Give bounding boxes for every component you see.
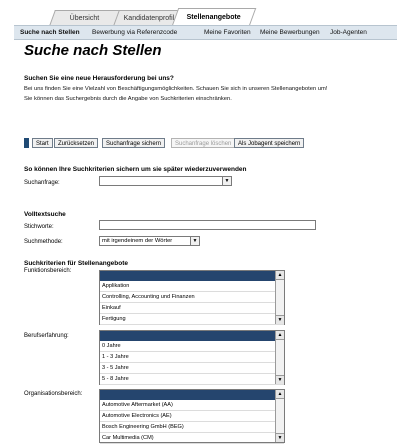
org-area-listbox[interactable]: Automotive Aftermarket (AA) Automotive E… (99, 389, 285, 444)
subnav: Suche nach Stellen Bewerbung via Referen… (14, 25, 397, 40)
list-item[interactable]: Bosch Engineering GmbH (BEG) (100, 422, 284, 433)
criteria-heading: Suchkriterien für Stellenangebote (24, 260, 129, 267)
subnav-bewerbung-referenzcode[interactable]: Bewerbung via Referenzcode (92, 26, 177, 39)
org-area-label: Organisationsbereich: (24, 391, 83, 397)
experience-label: Berufserfahrung: (24, 333, 69, 339)
scroll-up-icon[interactable]: ▲ (276, 331, 284, 340)
scroll-down-icon[interactable]: ▼ (276, 315, 284, 324)
page-title: Suche nach Stellen (24, 42, 162, 59)
save-job-agent-button[interactable]: Als Jobagent speichern (234, 138, 305, 148)
function-area-label: Funktionsbereich: (24, 268, 72, 274)
fulltext-heading: Volltextsuche (24, 211, 66, 218)
list-item[interactable]: Fertigung (100, 314, 284, 325)
start-button[interactable]: Start (32, 138, 53, 148)
list-item[interactable]: Controlling, Accounting und Finanzen (100, 292, 284, 303)
listbox-header (100, 271, 284, 281)
list-item[interactable]: 5 - 8 Jahre (100, 374, 284, 385)
keywords-label: Stichworte: (24, 224, 54, 230)
scrollbar[interactable]: ▲ ▼ (275, 331, 284, 384)
scroll-up-icon[interactable]: ▲ (276, 390, 284, 399)
listbox-header (100, 331, 284, 341)
list-item[interactable]: Einkauf (100, 303, 284, 314)
list-item[interactable]: Car Multimedia (CM) (100, 433, 284, 444)
list-item[interactable]: Automotive Aftermarket (AA) (100, 400, 284, 411)
list-item[interactable]: Automotive Electronics (AE) (100, 411, 284, 422)
function-area-listbox[interactable]: Applikation Controlling, Accounting und … (99, 270, 285, 325)
reset-button[interactable]: Zurücksetzen (54, 138, 99, 148)
intro-line-1: Bei uns finden Sie eine Vielzahl von Bes… (24, 86, 328, 92)
tab-bar: Übersicht Kandidatenprofil Stellenangebo… (0, 0, 397, 26)
subnav-meine-bewerbungen[interactable]: Meine Bewerbungen (260, 26, 320, 39)
saved-query-heading: So können Ihre Suchkriterien sichern um … (24, 166, 247, 173)
scroll-down-icon[interactable]: ▼ (276, 375, 284, 384)
experience-listbox[interactable]: 0 Jahre 1 - 3 Jahre 3 - 5 Jahre 5 - 8 Ja… (99, 330, 285, 385)
search-method-label: Suchmethode: (24, 239, 63, 245)
subnav-meine-favoriten[interactable]: Meine Favoriten (204, 26, 251, 39)
chevron-down-icon[interactable]: ▼ (222, 177, 231, 185)
scroll-down-icon[interactable]: ▼ (276, 433, 284, 442)
intro-heading: Suchen Sie eine neue Herausforderung bei… (24, 75, 174, 82)
scrollbar[interactable]: ▲ ▼ (275, 271, 284, 324)
list-item[interactable]: Applikation (100, 281, 284, 292)
button-accent-bar (24, 138, 29, 148)
subnav-job-agenten[interactable]: Job-Agenten (330, 26, 367, 39)
saved-query-label: Suchanfrage: (24, 180, 60, 186)
search-method-value: mit irgendeinem der Wörter (102, 238, 173, 244)
scroll-up-icon[interactable]: ▲ (276, 271, 284, 280)
list-item[interactable]: 1 - 3 Jahre (100, 352, 284, 363)
saved-query-select[interactable]: ▼ (99, 176, 232, 186)
list-item[interactable]: 0 Jahre (100, 341, 284, 352)
search-method-select[interactable]: mit irgendeinem der Wörter ▼ (99, 236, 200, 246)
tab-stellenangebote[interactable]: Stellenangebote (171, 8, 257, 26)
chevron-down-icon[interactable]: ▼ (190, 237, 199, 245)
list-item[interactable]: 3 - 5 Jahre (100, 363, 284, 374)
delete-query-button[interactable]: Suchanfrage löschen (171, 138, 236, 148)
subnav-suche-nach-stellen[interactable]: Suche nach Stellen (20, 26, 80, 39)
listbox-header (100, 390, 284, 400)
scrollbar[interactable]: ▲ ▼ (275, 390, 284, 442)
intro-line-2: Sie können das Suchergebnis durch die An… (24, 96, 232, 102)
save-query-button[interactable]: Suchanfrage sichern (102, 138, 166, 148)
tab-uebersicht[interactable]: Übersicht (49, 10, 121, 26)
keywords-input[interactable] (99, 220, 316, 230)
